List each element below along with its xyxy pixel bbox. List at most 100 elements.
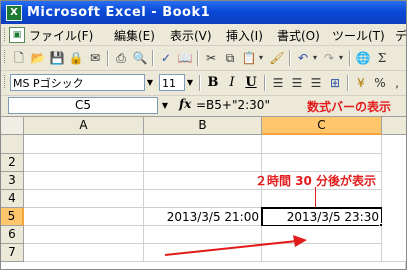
- cell-d-column[interactable]: [382, 135, 406, 262]
- comma-style-icon[interactable]: ,: [389, 75, 405, 91]
- font-name-dropdown-icon[interactable]: ▼: [145, 74, 155, 91]
- toolbar-separator: [199, 75, 201, 91]
- name-box-dropdown-icon[interactable]: ▼: [159, 97, 171, 114]
- cell-a2[interactable]: [24, 154, 144, 172]
- underline-button[interactable]: U: [243, 75, 259, 91]
- cut-icon[interactable]: ✂: [203, 50, 219, 66]
- cell-row-8[interactable]: [24, 262, 406, 269]
- callout-line: [315, 187, 316, 207]
- row-header-2[interactable]: 2: [1, 154, 24, 172]
- toolbar-separator: [152, 50, 154, 66]
- cell-b5[interactable]: 2013/3/5 21:00: [144, 208, 262, 226]
- paste-dropdown-icon[interactable]: ▾: [257, 50, 265, 66]
- cell-a3[interactable]: [24, 172, 144, 190]
- formula-bar-annotation: 数式バーの表示: [307, 100, 392, 114]
- cell-b2[interactable]: [144, 154, 262, 172]
- row-header-1[interactable]: [1, 135, 24, 154]
- paste-icon[interactable]: 📋: [241, 50, 257, 66]
- format-painter-icon[interactable]: 🖌: [269, 50, 285, 66]
- font-size-dropdown-icon[interactable]: ▼: [185, 74, 195, 91]
- toolbar-grip[interactable]: [4, 75, 8, 88]
- currency-style-icon[interactable]: ¥: [353, 75, 369, 91]
- column-header-b[interactable]: B: [144, 117, 262, 135]
- cell-c1[interactable]: [262, 135, 382, 154]
- toolbar-separator: [197, 50, 199, 66]
- open-icon[interactable]: 📂: [30, 50, 46, 66]
- merge-center-icon[interactable]: ⊞: [327, 75, 343, 91]
- toolbar-grip[interactable]: [4, 28, 8, 41]
- print-preview-icon[interactable]: 🔍: [132, 50, 148, 66]
- formula-input[interactable]: =B5+"2:30": [196, 98, 270, 112]
- align-left-icon[interactable]: ☰: [270, 75, 286, 91]
- select-all-button[interactable]: [1, 117, 24, 135]
- menu-bar: ▣ ファイル(F) 編集(E) 表示(V) 挿入(I) 書式(O) ツール(T)…: [1, 24, 406, 46]
- name-box[interactable]: C5: [8, 97, 158, 114]
- title-bar[interactable]: X Microsoft Excel - Book1: [1, 1, 406, 24]
- menu-edit[interactable]: 編集(E): [114, 27, 155, 44]
- toolbar-separator: [289, 50, 291, 66]
- cell-a6[interactable]: [24, 226, 144, 244]
- workbook-icon[interactable]: ▣: [9, 27, 25, 43]
- row-header-3[interactable]: 3: [1, 172, 24, 190]
- standard-toolbar: 🗋 📂 💾 🔒 ✉ ⎙ 🔍 ✓ 📖 ✂ ⧉ 📋 ▾ 🖌 ↶ ▾ ↷ ▾ 🌐 Σ: [1, 46, 406, 71]
- percent-style-icon[interactable]: %: [372, 75, 388, 91]
- column-header-a[interactable]: A: [24, 117, 144, 135]
- menu-file[interactable]: ファイル(F): [29, 27, 93, 44]
- permission-icon[interactable]: 🔒: [68, 50, 84, 66]
- cell-c2[interactable]: [262, 154, 382, 172]
- spelling-icon[interactable]: ✓: [158, 50, 174, 66]
- cell-a5[interactable]: [24, 208, 144, 226]
- cell-b4[interactable]: [144, 190, 262, 208]
- window-title: Microsoft Excel - Book1: [27, 5, 211, 20]
- new-icon[interactable]: 🗋: [11, 50, 27, 66]
- menu-insert[interactable]: 挿入(I): [226, 27, 263, 44]
- formatting-toolbar: MS Pゴシック ▼ 11 ▼ B I U ☰ ☰ ☰ ⊞ ¥ % ,: [1, 71, 406, 96]
- undo-dropdown-icon[interactable]: ▾: [311, 50, 319, 66]
- column-header-d[interactable]: [382, 117, 406, 135]
- excel-icon: X: [6, 5, 22, 21]
- copy-icon[interactable]: ⧉: [222, 50, 238, 66]
- research-icon[interactable]: 📖: [177, 50, 193, 66]
- redo-dropdown-icon[interactable]: ▾: [337, 50, 345, 66]
- toolbar-grip[interactable]: [4, 50, 8, 63]
- autosum-icon[interactable]: Σ: [374, 50, 390, 66]
- menu-data[interactable]: デ: [395, 27, 406, 44]
- undo-icon[interactable]: ↶: [295, 50, 311, 66]
- toolbar-separator: [347, 75, 349, 91]
- arrow-shaft: [164, 240, 298, 256]
- cell-c5[interactable]: 2013/3/5 23:30: [261, 207, 383, 227]
- italic-button[interactable]: I: [224, 75, 240, 91]
- row-header-4[interactable]: 4: [1, 190, 24, 208]
- cell-c4[interactable]: [262, 190, 382, 208]
- column-header-c[interactable]: C: [262, 117, 382, 135]
- menu-tools[interactable]: ツール(T): [332, 27, 385, 44]
- align-center-icon[interactable]: ☰: [289, 75, 305, 91]
- insert-function-icon[interactable]: fx: [179, 97, 191, 111]
- formula-bar: C5 ▼ fx =B5+"2:30" 数式バーの表示: [1, 96, 406, 117]
- redo-icon[interactable]: ↷: [321, 50, 337, 66]
- cell-a7[interactable]: [24, 244, 144, 262]
- excel-window: X Microsoft Excel - Book1 ▣ ファイル(F) 編集(E…: [0, 0, 407, 270]
- toolbar-separator: [264, 75, 266, 91]
- toolbar-separator: [107, 50, 109, 66]
- cell-a4[interactable]: [24, 190, 144, 208]
- bold-button[interactable]: B: [205, 75, 221, 91]
- row-header-5[interactable]: 5: [1, 208, 24, 226]
- row-header-6[interactable]: 6: [1, 226, 24, 244]
- font-size-select[interactable]: 11: [159, 74, 185, 91]
- print-icon[interactable]: ⎙: [113, 50, 129, 66]
- email-icon[interactable]: ✉: [87, 50, 103, 66]
- annotation-arrow: [164, 235, 307, 256]
- menu-view[interactable]: 表示(V): [170, 27, 212, 44]
- menu-format[interactable]: 書式(O): [277, 27, 320, 44]
- align-right-icon[interactable]: ☰: [308, 75, 324, 91]
- row-header-7[interactable]: 7: [1, 244, 24, 262]
- font-name-select[interactable]: MS Pゴシック: [10, 74, 145, 91]
- toolbar-separator: [349, 50, 351, 66]
- arrow-head: [293, 235, 307, 247]
- cell-b1[interactable]: [144, 135, 262, 154]
- hyperlink-icon[interactable]: 🌐: [355, 50, 371, 66]
- cell-a1[interactable]: [24, 135, 144, 154]
- cell-b3[interactable]: [144, 172, 262, 190]
- save-icon[interactable]: 💾: [49, 50, 65, 66]
